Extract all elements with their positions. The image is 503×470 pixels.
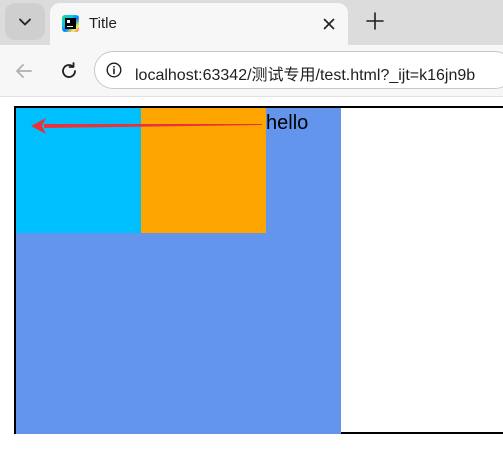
url-text: localhost:63342/测试专用/test.html?_ijt=k16j…: [135, 67, 476, 84]
jetbrains-icon: [62, 15, 79, 32]
info-icon[interactable]: [106, 62, 122, 78]
close-icon: [323, 18, 335, 30]
reload-icon: [62, 62, 76, 78]
tab-title: Title: [89, 15, 117, 32]
arrow-left-icon: [16, 64, 32, 78]
browser-window: Title localhost:63342/测试专用/test.html?_ij…: [0, 0, 503, 470]
address-bar[interactable]: localhost:63342/测试专用/test.html?_ijt=k16j…: [94, 51, 503, 89]
page-viewport: hello: [0, 97, 503, 470]
toolbar: localhost:63342/测试专用/test.html?_ijt=k16j…: [0, 45, 503, 97]
tab-active[interactable]: Title: [50, 3, 348, 45]
tab-strip: Title: [0, 0, 503, 45]
back-button[interactable]: [9, 56, 39, 86]
plus-icon: [366, 12, 384, 30]
chevron-down-icon: [19, 18, 31, 25]
tab-list-button[interactable]: [5, 3, 45, 40]
orange-box: [141, 108, 266, 233]
cyan-box: [16, 108, 141, 233]
reload-button[interactable]: [54, 56, 84, 86]
new-tab-button[interactable]: [360, 6, 390, 36]
hello-text: hello: [266, 112, 309, 134]
tab-close-button[interactable]: [315, 10, 343, 38]
